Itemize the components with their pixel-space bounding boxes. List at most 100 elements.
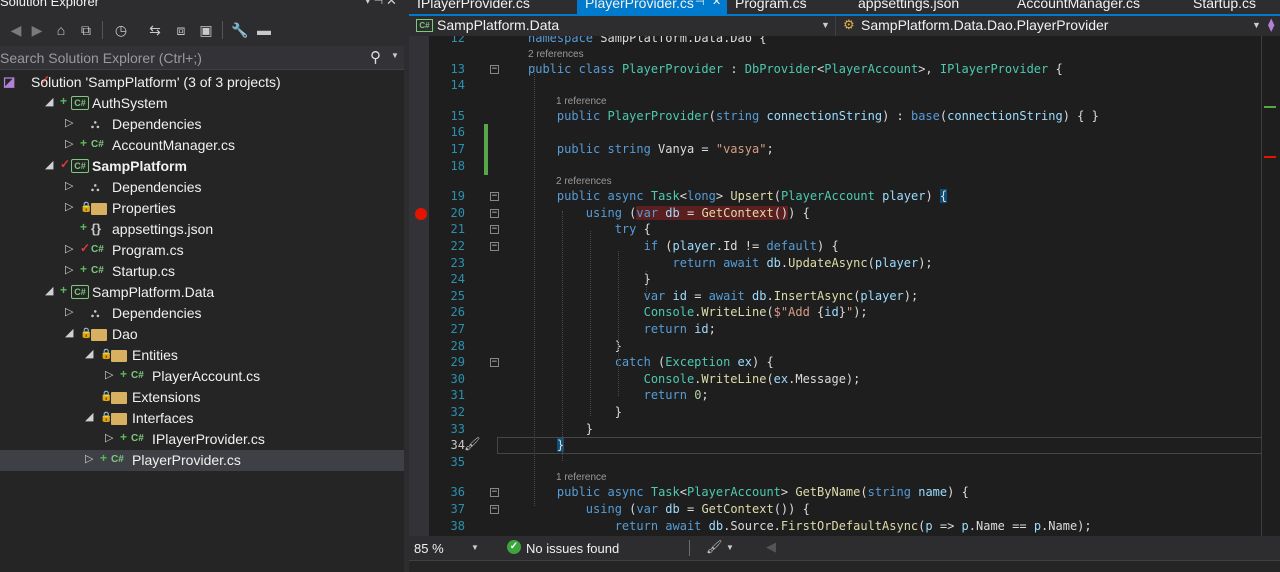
- codelens-references[interactable]: 2 references: [528, 49, 584, 60]
- collapsed-arrow-icon[interactable]: ▷: [105, 431, 113, 444]
- tab-program-cs[interactable]: Program.cs: [727, 0, 845, 14]
- home-icon[interactable]: ⌂: [51, 20, 71, 40]
- search-icon[interactable]: ⚲: [370, 48, 381, 66]
- code-line[interactable]: return id;: [528, 321, 716, 337]
- code-line[interactable]: public string Vanya = "vasya";: [528, 141, 774, 157]
- chevron-down-icon[interactable]: ▼: [1252, 20, 1261, 30]
- back-icon[interactable]: ◀: [6, 20, 26, 40]
- codelens-references[interactable]: 1 reference: [556, 472, 607, 483]
- search-input[interactable]: Search Solution Explorer (Ctrl+;): [0, 50, 202, 66]
- tree-node[interactable]: ◢ 🔒 Entities: [0, 345, 404, 366]
- tree-node[interactable]: ✓ ◪ Solution 'SampPlatform' (3 of 3 projec…: [0, 72, 404, 93]
- code-line[interactable]: return await db.Source.FirstOrDefaultAsy…: [528, 518, 1092, 534]
- codelens-references[interactable]: 1 reference: [556, 96, 607, 107]
- breakpoint-icon[interactable]: [415, 207, 427, 220]
- brush-icon[interactable]: 🖌: [706, 539, 723, 555]
- prev-issue-icon[interactable]: ◀: [766, 539, 776, 555]
- collapsed-arrow-icon[interactable]: ▷: [65, 179, 73, 192]
- breakpoint-gutter[interactable]: [409, 36, 429, 536]
- forward-icon[interactable]: ▶: [27, 20, 47, 40]
- zoom-dropdown-icon[interactable]: ▼: [471, 543, 479, 552]
- code-line[interactable]: Console.WriteLine($"Add {id}");: [528, 304, 868, 320]
- sync-icon[interactable]: ⇆: [145, 20, 165, 40]
- pin-icon[interactable]: ▾ ⊣: [365, 0, 383, 7]
- code-line[interactable]: return await db.UpdateAsync(player);: [528, 255, 933, 271]
- tree-node[interactable]: ▷ ✓ C# Program.cs: [0, 240, 404, 261]
- pin-icon[interactable]: ⊣: [695, 0, 705, 8]
- code-line[interactable]: var id = await db.InsertAsync(player);: [528, 288, 919, 304]
- member-icon[interactable]: ⧫: [1268, 17, 1274, 33]
- code-area[interactable]: 12 namespace SampPlatform.Data.Dao {2 ref…: [409, 36, 1280, 536]
- tree-node[interactable]: ◢ 🔒 Interfaces: [0, 408, 404, 429]
- code-line[interactable]: public class PlayerProvider : DbProvider…: [528, 61, 1063, 77]
- tree-node[interactable]: ◢ + C# SampPlatform.Data: [0, 282, 404, 303]
- code-line[interactable]: using (var db = GetContext()) {: [528, 205, 810, 221]
- fold-toggle-icon[interactable]: −: [490, 358, 499, 368]
- fold-toggle-icon[interactable]: −: [490, 192, 499, 202]
- vs-icon[interactable]: ⧉: [76, 20, 96, 40]
- tree-node[interactable]: ▷ 🔒 Properties: [0, 198, 404, 219]
- properties-icon[interactable]: 🔧: [230, 20, 250, 40]
- tree-node[interactable]: ◢ ✓ C# SampPlatform: [0, 156, 404, 177]
- tree-node[interactable]: ▷ ⛬ Dependencies: [0, 114, 404, 135]
- tab-playerprovider-cs[interactable]: PlayerProvider.cs ⊣ ✕: [577, 0, 727, 14]
- fold-toggle-icon[interactable]: −: [490, 488, 499, 498]
- close-icon[interactable]: ✕: [386, 0, 397, 9]
- collapsed-arrow-icon[interactable]: ▷: [65, 116, 73, 129]
- code-line[interactable]: Console.WriteLine(ex.Message);: [528, 371, 861, 387]
- history-icon[interactable]: ◷: [111, 20, 131, 40]
- vertical-scrollbar[interactable]: [1261, 36, 1280, 536]
- collapsed-arrow-icon[interactable]: ▷: [85, 452, 93, 465]
- collapse-all-icon[interactable]: ⧈: [171, 20, 191, 40]
- collapsed-arrow-icon[interactable]: ▷: [65, 242, 73, 255]
- tree-node[interactable]: ▷ ⛬ Dependencies: [0, 303, 404, 324]
- collapsed-arrow-icon[interactable]: ▷: [65, 263, 73, 276]
- tree-node[interactable]: ▷ + C# AccountManager.cs: [0, 135, 404, 156]
- chevron-down-icon[interactable]: ▼: [821, 20, 830, 30]
- tab-startup-cs[interactable]: Startup.cs: [1185, 0, 1280, 14]
- expanded-arrow-icon[interactable]: ◢: [65, 326, 73, 339]
- expanded-arrow-icon[interactable]: ◢: [85, 410, 93, 423]
- codelens-references[interactable]: 2 references: [556, 176, 612, 187]
- tab-iplayerprovider-cs[interactable]: IPlayerProvider.cs: [409, 0, 569, 14]
- code-line[interactable]: public async Task<PlayerAccount> GetByNa…: [528, 484, 969, 500]
- fold-toggle-icon[interactable]: −: [490, 64, 499, 74]
- expanded-arrow-icon[interactable]: ◢: [45, 158, 53, 171]
- expanded-arrow-icon[interactable]: ◢: [85, 347, 93, 360]
- collapsed-arrow-icon[interactable]: ▷: [65, 200, 73, 213]
- preview-icon[interactable]: ▬: [254, 20, 274, 40]
- collapsed-arrow-icon[interactable]: ▷: [65, 137, 73, 150]
- tree-node[interactable]: ▷ + C# Startup.cs: [0, 261, 404, 282]
- fold-toggle-icon[interactable]: −: [490, 242, 499, 251]
- issues-status[interactable]: No issues found: [526, 541, 619, 556]
- tree-node[interactable]: ▷ + C# PlayerAccount.cs: [0, 366, 404, 387]
- tree-node[interactable]: ◢ + C# AuthSystem: [0, 93, 404, 114]
- expanded-arrow-icon[interactable]: ◢: [45, 284, 53, 297]
- class-dropdown[interactable]: ⚙ SampPlatform.Data.Dao.PlayerProvider ▼…: [836, 16, 1280, 36]
- tree-node[interactable]: ◢ 🔒 Dao: [0, 324, 404, 345]
- project-dropdown[interactable]: C# SampPlatform.Data ▼: [409, 16, 835, 36]
- chevron-down-icon[interactable]: ▼: [726, 543, 734, 552]
- code-line[interactable]: }: [528, 404, 622, 420]
- code-line[interactable]: public PlayerProvider(string connectionS…: [528, 108, 1099, 124]
- code-line[interactable]: namespace SampPlatform.Data.Dao {: [528, 36, 766, 46]
- fold-toggle-icon[interactable]: −: [490, 208, 499, 218]
- collapsed-arrow-icon[interactable]: ▷: [65, 305, 73, 318]
- tree-node[interactable]: +{} appsettings.json: [0, 219, 404, 240]
- zoom-level[interactable]: 85 %: [414, 541, 444, 556]
- code-line[interactable]: }: [528, 338, 622, 354]
- tree-node[interactable]: 🔒 Extensions: [0, 387, 404, 408]
- code-line[interactable]: public async Task<long> Upsert(PlayerAcc…: [528, 188, 948, 204]
- tree-node[interactable]: ▷ + C# PlayerProvider.cs: [0, 450, 404, 471]
- code-line[interactable]: if (player.Id != default) {: [528, 238, 839, 254]
- code-line[interactable]: catch (Exception ex) {: [528, 354, 774, 370]
- show-all-files-icon[interactable]: ▣: [196, 20, 216, 40]
- chevron-down-icon[interactable]: ▼: [391, 51, 399, 60]
- tab-accountmanager-cs[interactable]: AccountManager.cs: [1009, 0, 1179, 14]
- fold-toggle-icon[interactable]: −: [490, 225, 499, 235]
- quick-actions-icon[interactable]: 🖌: [464, 437, 481, 452]
- expanded-arrow-icon[interactable]: ◢: [45, 95, 53, 108]
- tab-appsettings-json[interactable]: appsettings.json: [850, 0, 1005, 14]
- tree-node[interactable]: ▷ ⛬ Dependencies: [0, 177, 404, 198]
- fold-toggle-icon[interactable]: −: [490, 505, 499, 514]
